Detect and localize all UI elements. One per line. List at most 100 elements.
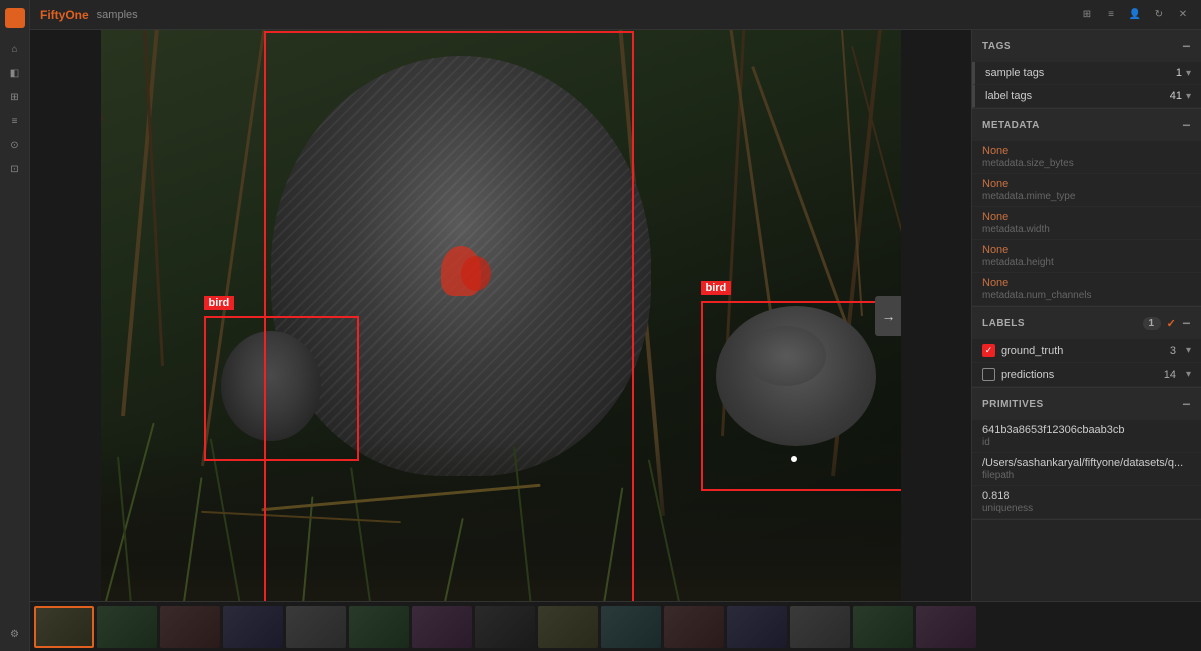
group-icon[interactable]: ⊡ [6, 160, 24, 178]
primitives-collapse-icon[interactable]: − [1182, 396, 1191, 412]
meta-size-bytes-key: metadata.size_bytes [982, 158, 1191, 169]
labels-count-badge: 1 [1143, 317, 1161, 330]
image-viewer[interactable]: bird bird → [30, 30, 971, 601]
meta-num-channels: None metadata.num_channels [972, 273, 1201, 306]
primitive-uniqueness-value: 0.818 [982, 490, 1191, 502]
left-sidebar: ⌂ ◧ ⊞ ≡ ⊙ ⊡ ⚙ [0, 0, 30, 651]
cursor-indicator [791, 456, 797, 462]
thumbnail-5[interactable] [286, 606, 346, 648]
sample-tags-chevron: ▾ [1186, 68, 1191, 79]
primitive-filepath-value: /Users/sashankaryal/fiftyone/datasets/q.… [982, 457, 1191, 469]
thumbnail-4[interactable] [223, 606, 283, 648]
meta-mime-type-value: None [982, 178, 1191, 190]
dataset-icon[interactable]: ◧ [6, 64, 24, 82]
metadata-section: METADATA − None metadata.size_bytes None… [972, 109, 1201, 307]
ground-truth-label: ground_truth [1001, 345, 1164, 357]
metadata-collapse-icon[interactable]: − [1182, 117, 1191, 133]
label-tags-label: label tags [985, 90, 1032, 102]
meta-size-bytes: None metadata.size_bytes [972, 141, 1201, 174]
ground-truth-checkbox[interactable] [982, 344, 995, 357]
meta-size-bytes-value: None [982, 145, 1191, 157]
meta-mime-type-key: metadata.mime_type [982, 191, 1191, 202]
sample-tags-row[interactable]: sample tags 1 ▾ [972, 62, 1201, 85]
meta-num-channels-value: None [982, 277, 1191, 289]
labels-check-icon: ✓ [1167, 317, 1177, 330]
metadata-header: METADATA − [972, 109, 1201, 141]
primitives-title: PRIMITIVES [982, 399, 1044, 410]
thumbnail-15[interactable] [916, 606, 976, 648]
meta-width-key: metadata.width [982, 224, 1191, 235]
labels-collapse-icon[interactable]: − [1182, 315, 1191, 331]
settings-icon[interactable]: ⚙ [6, 625, 24, 643]
label-tags-chevron: ▾ [1186, 91, 1191, 102]
primitive-uniqueness-key: uniqueness [982, 503, 1191, 514]
predictions-count: 14 [1164, 369, 1176, 381]
list-view-icon[interactable]: ≡ [1103, 7, 1119, 23]
breadcrumb: samples [97, 9, 138, 21]
meta-width: None metadata.width [972, 207, 1201, 240]
ground-truth-row[interactable]: ground_truth 3 ▾ [972, 339, 1201, 363]
main-content: FiftyOne samples ⊞ ≡ 👤 ↻ ✕ [30, 0, 1201, 651]
thumbnail-3[interactable] [160, 606, 220, 648]
primitive-id-key: id [982, 437, 1191, 448]
primitive-id-value: 641b3a8653f12306cbaab3cb [982, 424, 1191, 436]
thumbnail-11[interactable] [664, 606, 724, 648]
next-image-arrow[interactable]: → [875, 296, 901, 336]
thumbnail-10[interactable] [601, 606, 661, 648]
tags-collapse-icon[interactable]: − [1182, 38, 1191, 54]
thumbnail-13[interactable] [790, 606, 850, 648]
label-tags-right: 41 ▾ [1170, 90, 1191, 102]
grid-view-icon[interactable]: ⊞ [1079, 7, 1095, 23]
app-title: FiftyOne [40, 8, 89, 22]
meta-width-value: None [982, 211, 1191, 223]
metadata-title: METADATA [982, 120, 1040, 131]
tags-header: TAGS − [972, 30, 1201, 62]
meta-height-value: None [982, 244, 1191, 256]
bbox-bird2-label: bird [701, 281, 732, 295]
primitive-filepath-key: filepath [982, 470, 1191, 481]
bbox-bird3-label: bird [204, 296, 235, 310]
top-bar: FiftyOne samples ⊞ ≡ 👤 ↻ ✕ [30, 0, 1201, 30]
bbox-bird3: bird [204, 316, 359, 461]
label-tags-count: 41 [1170, 90, 1182, 102]
predictions-checkbox[interactable] [982, 368, 995, 381]
primitive-uniqueness: 0.818 uniqueness [972, 486, 1201, 519]
app-logo [5, 8, 25, 28]
right-panel: TAGS − sample tags 1 ▾ label tags 41 ▾ [971, 30, 1201, 601]
content-area: bird bird → TAGS − [30, 30, 1201, 601]
sample-tags-count: 1 [1176, 67, 1182, 79]
predictions-label: predictions [1001, 369, 1158, 381]
user-icon[interactable]: 👤 [1127, 7, 1143, 23]
primitive-id: 641b3a8653f12306cbaab3cb id [972, 420, 1201, 453]
labels-section: LABELS 1 ✓ − ground_truth 3 ▾ [972, 307, 1201, 388]
filter-icon[interactable]: ≡ [6, 112, 24, 130]
image-container: bird bird → [101, 30, 901, 601]
primitive-filepath: /Users/sashankaryal/fiftyone/datasets/q.… [972, 453, 1201, 486]
labels-header-right: 1 ✓ − [1143, 315, 1191, 331]
home-icon[interactable]: ⌂ [6, 40, 24, 58]
thumbnail-2[interactable] [97, 606, 157, 648]
thumbnail-6[interactable] [349, 606, 409, 648]
meta-mime-type: None metadata.mime_type [972, 174, 1201, 207]
refresh-icon[interactable]: ↻ [1151, 7, 1167, 23]
tag-icon[interactable]: ⊞ [6, 88, 24, 106]
search-icon[interactable]: ⊙ [6, 136, 24, 154]
label-tags-row[interactable]: label tags 41 ▾ [972, 85, 1201, 108]
thumbnail-12[interactable] [727, 606, 787, 648]
ground-truth-chevron: ▾ [1186, 345, 1191, 356]
thumbnail-9[interactable] [538, 606, 598, 648]
thumbnail-1[interactable] [34, 606, 94, 648]
thumbnail-7[interactable] [412, 606, 472, 648]
bbox-bird2: bird [701, 301, 901, 491]
tags-title: TAGS [982, 41, 1011, 52]
predictions-chevron: ▾ [1186, 369, 1191, 380]
tags-section: TAGS − sample tags 1 ▾ label tags 41 ▾ [972, 30, 1201, 109]
labels-title: LABELS [982, 318, 1025, 329]
thumbnail-14[interactable] [853, 606, 913, 648]
sample-tags-label: sample tags [985, 67, 1044, 79]
thumbnail-8[interactable] [475, 606, 535, 648]
predictions-row[interactable]: predictions 14 ▾ [972, 363, 1201, 387]
close-icon[interactable]: ✕ [1175, 7, 1191, 23]
thumbnail-strip [30, 601, 1201, 651]
ground-truth-count: 3 [1170, 345, 1176, 357]
